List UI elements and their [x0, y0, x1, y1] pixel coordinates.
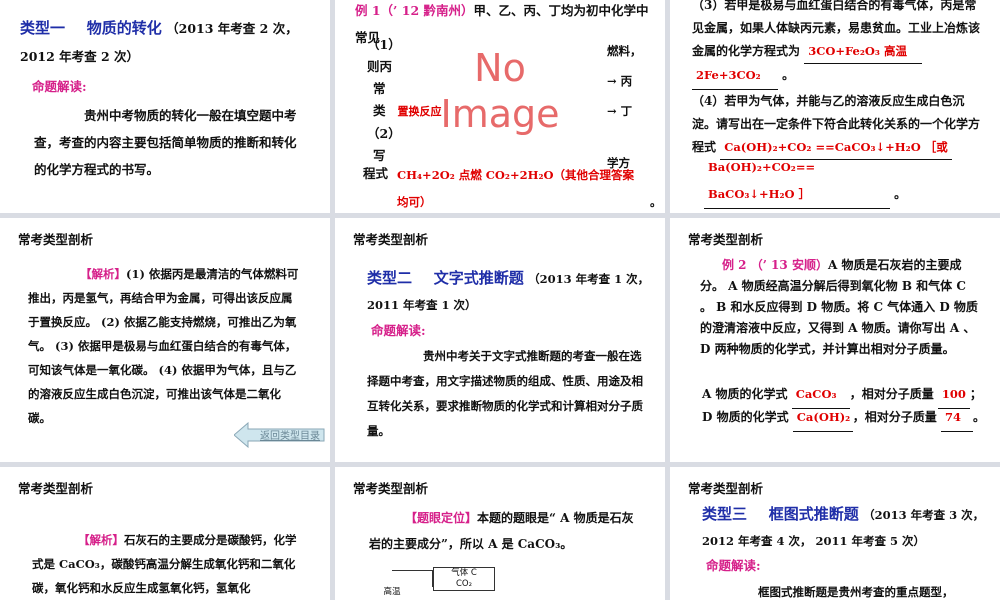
- answer-3-part-1: 3CO+Fe₂O₃ 高温: [804, 40, 923, 64]
- example-one-right-column: 燃料， → 丙 → 丁 学方: [607, 36, 642, 178]
- type-three-title: 框图式推断题: [768, 505, 859, 523]
- slide-type-two[interactable]: 常考类型剖析 类型二 文字式推断题 （2013 年考查 1 次，2011 年考查…: [335, 218, 665, 462]
- slide-header: 常考类型剖析: [688, 232, 764, 247]
- analysis-two-text: 石灰石的主要成分是碳酸钙，化学式是 CaCO₃，碳酸钙高温分解生成氧化钙和二氧化…: [32, 533, 297, 595]
- analysis-tag: 【解析】: [78, 533, 124, 547]
- back-to-types-button[interactable]: 返回类型目录: [233, 421, 326, 449]
- answer-3-line-2: 2Fe+3CO₂ 。: [692, 62, 794, 90]
- question-2-line-2: 程式: [363, 166, 389, 181]
- answer-d-mass-label: ，相对分子质量: [852, 410, 937, 424]
- question-1-label: （1）: [367, 37, 401, 52]
- gas-c-label: 气体 C: [451, 568, 477, 578]
- type-three-subtitle: 命题解读:: [706, 558, 761, 573]
- answer-3-part-2: 2Fe+3CO₂: [692, 62, 778, 90]
- example-one-label: 例 1（’ 12 黔南州）: [355, 3, 474, 18]
- slide-example-one[interactable]: 例 1（’ 12 黔南州）甲、乙、丙、丁均为初中化学中常见 （1） 则丙 常 类…: [335, 0, 665, 213]
- right-fragment-bing: → 丙: [607, 74, 633, 88]
- slide-analysis-two[interactable]: 常考类型剖析 【解析】石灰石的主要成分是碳酸钙，化学式是 CaCO₃，碳酸钙高温…: [0, 467, 330, 600]
- answer-d-row: D 物质的化学式 Ca(OH)₂ ，相对分子质量 74。: [702, 404, 985, 432]
- question-1-line-3: 类置换反应: [367, 100, 442, 123]
- slide-type-three[interactable]: 常考类型剖析 类型三 框图式推断题 （2013 年考查 3 次， 2012 年考…: [670, 467, 1000, 600]
- type-two-label: 类型二: [367, 269, 413, 287]
- slide-type-one[interactable]: 类型一 物质的转化 （2013 年考查 2 次， 2012 年考查 2 次） 命…: [0, 0, 330, 213]
- type-two-title: 文字式推断题: [433, 269, 524, 287]
- diagram-connector: [392, 570, 433, 571]
- slide-example-one-continued[interactable]: （3）若甲是极易与血红蛋白结合的有毒气体，丙是常见金属，如果人体缺丙元素，易患贫…: [670, 0, 1000, 213]
- question-1-line-1: 则丙: [367, 59, 393, 74]
- answer-d-label: D 物质的化学式: [702, 410, 789, 424]
- back-to-types-label[interactable]: 返回类型目录: [260, 427, 320, 442]
- slide-header: 常考类型剖析: [353, 481, 429, 496]
- answer-4-line-2: Ba(OH)₂+CO₂== BaCO₃↓+H₂O ］ 。: [704, 154, 906, 209]
- example-two-text: A 物质是石灰岩的主要成分。 A 物质经高温分解后得到氧化物 B 和气体 C 。…: [700, 258, 978, 356]
- diagram-heat-label: 高温: [375, 585, 409, 600]
- right-fragment-fuel: 燃料，: [607, 44, 642, 58]
- slide-example-two[interactable]: 常考类型剖析 例 2 （’ 13 安顺）A 物质是石灰岩的主要成分。 A 物质经…: [670, 218, 1000, 462]
- question-1-line-3-text: 类: [373, 103, 386, 118]
- question-2-label: （2）: [367, 126, 401, 141]
- type-one-title: 物质的转化: [86, 19, 162, 37]
- slide-header: 常考类型剖析: [18, 481, 94, 496]
- type-three-heading: 类型三 框图式推断题 （2013 年考查 3 次， 2012 年考查 4 次， …: [702, 502, 987, 554]
- type-one-heading: 类型一 物质的转化 （2013 年考查 2 次， 2012 年考查 2 次）: [20, 14, 315, 71]
- question-4-text: （4）若甲为气体，并能与乙的溶液反应生成白色沉淀。请写出在一定条件下符合此转化关…: [692, 90, 982, 160]
- analysis-tag: 【解析】: [80, 267, 126, 281]
- example-two-body: 例 2 （’ 13 安顺）A 物质是石灰岩的主要成分。 A 物质经高温分解后得到…: [700, 255, 978, 360]
- type-one-body: 贵州中考物质的转化一般在填空题中考查，考查的内容主要包括简单物质的推断和转化的化…: [34, 108, 297, 177]
- slide-analysis-one[interactable]: 常考类型剖析 【解析】(1) 依据丙是最清洁的气体燃料可推出，丙是氢气，再结合甲…: [0, 218, 330, 462]
- answer-a-mass-label: ，相对分子质量: [849, 387, 934, 401]
- right-fragment-formula: 学方: [607, 156, 630, 170]
- diagram-gas-c-box: 气体 C CO₂: [433, 567, 495, 591]
- gas-c-formula: CO₂: [455, 579, 473, 589]
- right-fragment-ding: → 丁: [607, 104, 633, 118]
- type-three-label: 类型三: [702, 505, 748, 523]
- answer-d-formula: Ca(OH)₂: [792, 404, 853, 432]
- missing-image-placeholder: No Image: [440, 46, 560, 136]
- answer-4-part-2: Ba(OH)₂+CO₂== BaCO₃↓+H₂O ］: [704, 154, 890, 209]
- key-point-body: 【题眼定位】本题的题眼是“ A 物质是石灰岩的主要成分”，所以 A 是 CaCO…: [369, 505, 645, 557]
- type-one-label: 类型一: [20, 19, 66, 37]
- analysis-two-body: 【解析】石灰石的主要成分是碳酸钙，化学式是 CaCO₃，碳酸钙高温分解生成氧化钙…: [32, 528, 304, 600]
- answer-a-label: A 物质的化学式: [702, 387, 788, 401]
- question-3-text: （3）若甲是极易与血红蛋白结合的有毒气体，丙是常见金属，如果人体缺丙元素，易患贫…: [692, 0, 982, 64]
- question-1-line-2: 常: [373, 81, 386, 96]
- type-two-body: 贵州中考关于文字式推断题的考查一般在选择题中考查，用文字描述物质的组成、性质、用…: [367, 349, 643, 438]
- slide-key-point[interactable]: 常考类型剖析 【题眼定位】本题的题眼是“ A 物质是石灰岩的主要成分”，所以 A…: [335, 467, 665, 600]
- example-two-label: 例 2 （’ 13 安顺）: [722, 258, 828, 272]
- slide-header: 常考类型剖析: [18, 232, 94, 247]
- slide-header: 常考类型剖析: [353, 232, 429, 247]
- type-three-body: 框图式推断题是贵州考查的重点题型，: [758, 585, 954, 599]
- type-one-subtitle: 命题解读:: [32, 79, 87, 94]
- analysis-one-text: (1) 依据丙是最清洁的气体燃料可推出，丙是氢气，再结合甲为金属，可得出该反应属…: [28, 267, 299, 425]
- slide-header: 常考类型剖析: [688, 481, 764, 496]
- example-one-left-column: （1） 则丙 常 类置换反应 （2） 写: [367, 18, 442, 167]
- type-two-heading: 类型二 文字式推断题 （2013 年考查 1 次，2011 年考查 1 次）: [367, 266, 657, 318]
- answer-d-mass: 74: [940, 404, 973, 432]
- type-two-subtitle: 命题解读:: [371, 323, 426, 338]
- analysis-one-body: 【解析】(1) 依据丙是最清洁的气体燃料可推出，丙是氢气，再结合甲为金属，可得出…: [28, 262, 300, 430]
- key-point-tag: 【题眼定位】: [405, 511, 478, 525]
